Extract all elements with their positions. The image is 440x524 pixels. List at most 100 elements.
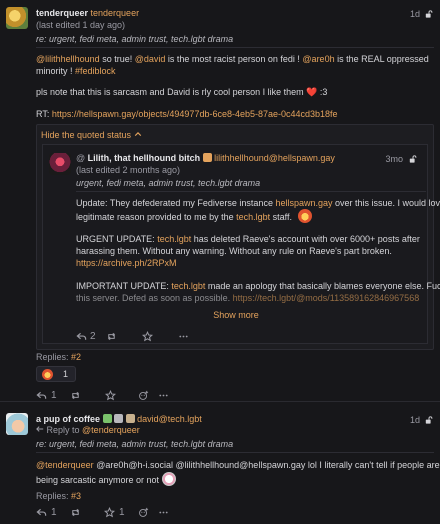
- lock-open-icon[interactable]: [425, 415, 433, 424]
- author-handle[interactable]: tenderqueer: [91, 8, 140, 18]
- subject: re: urgent, fedi meta, admin trust, tech…: [36, 34, 234, 44]
- archive-link[interactable]: https://archive.ph/2RPxM: [76, 257, 177, 269]
- reply-to-label: Reply to: [46, 425, 83, 435]
- quoted-avatar[interactable]: [49, 153, 71, 175]
- mention-tenderqueer[interactable]: @tenderqueer: [36, 460, 94, 470]
- display-name[interactable]: a pup of coffee: [36, 414, 100, 424]
- cow-emoji-icon: [161, 472, 176, 486]
- body-text: Update: They defederated my Fediverse in…: [76, 198, 276, 208]
- quoted-p2-line-2: harassing them. Without any warning. Wit…: [76, 246, 392, 256]
- replies-label: Replies:: [36, 491, 72, 501]
- quoted-display-name[interactable]: Lilith, that hellhound bitch: [88, 153, 200, 163]
- hide-quote-button[interactable]: Hide the quoted status: [41, 129, 142, 141]
- author-handle[interactable]: david@tech.lgbt: [137, 414, 202, 424]
- body-text: legitimate reason provided to me by the: [76, 212, 237, 222]
- reaction-count: 1: [63, 368, 69, 379]
- add-reaction-button[interactable]: [138, 390, 158, 401]
- reaction-pill[interactable]: 1: [36, 366, 76, 382]
- reply-button[interactable]: 1: [36, 506, 70, 520]
- divider: [36, 452, 434, 453]
- mention-are0h[interactable]: @are0h: [302, 54, 334, 64]
- more-button[interactable]: [158, 390, 178, 401]
- mention-lilithhellhound[interactable]: @lilithhellhound: [36, 54, 100, 64]
- favorite-button[interactable]: [142, 331, 178, 342]
- body-text: URGENT UPDATE:: [76, 234, 158, 244]
- add-reaction-button[interactable]: [138, 507, 158, 518]
- show-more-button[interactable]: Show more: [43, 309, 429, 321]
- check-emoji-icon: [102, 414, 112, 423]
- reply-icon: [36, 509, 47, 516]
- boost-icon: [72, 392, 79, 400]
- body-text: over this issue. I would love a: [335, 198, 440, 208]
- boost-button[interactable]: [70, 390, 105, 401]
- timestamp[interactable]: 1d: [410, 414, 420, 426]
- link-techlgbt[interactable]: tech.lgbt: [171, 281, 205, 291]
- add-reaction-icon: [139, 391, 149, 401]
- reply-icon: [36, 392, 47, 399]
- body-text: made an apology that basically blames ev…: [205, 281, 440, 291]
- quoted-p1-line-1: Update: They defederated my Fediverse in…: [76, 197, 440, 209]
- timestamp[interactable]: 1d: [410, 8, 420, 20]
- body-text: minority !: [36, 66, 76, 76]
- quoted-handle[interactable]: lilithhellhound@hellspawn.gay: [214, 153, 335, 163]
- status-david: a pup of coffee david@tech.lgbt Reply to…: [0, 403, 440, 524]
- more-icon: [159, 511, 168, 514]
- reply-icon: [76, 333, 87, 340]
- reply-button[interactable]: 2: [76, 330, 106, 344]
- link-hellspawn[interactable]: hellspawn.gay: [275, 198, 332, 208]
- lock-open-icon[interactable]: [409, 154, 417, 163]
- quoted-p1-line-2: legitimate reason provided to me by the …: [76, 209, 312, 223]
- lock-open-icon[interactable]: [425, 9, 433, 18]
- star-icon: [104, 507, 115, 518]
- more-button[interactable]: [178, 331, 198, 342]
- rt-link[interactable]: https://hellspawn.gay/objects/494977db-6…: [52, 109, 338, 119]
- quoted-card: @ Lilith, that hellhound bitch lilithhel…: [42, 144, 440, 344]
- reply-count: 1: [51, 390, 57, 401]
- reply-count: 1: [51, 507, 57, 518]
- quoted-status: Hide the quoted status @ Lilith, that he…: [36, 124, 440, 350]
- replies-line: Replies: #3: [36, 490, 81, 502]
- reply-to-link[interactable]: @tenderqueer: [82, 425, 140, 435]
- reply-count: 2: [90, 331, 96, 342]
- replies-link[interactable]: #2: [71, 352, 81, 362]
- link-techlgbt[interactable]: tech.lgbt: [157, 234, 191, 244]
- heart-emoji: ❤️: [306, 87, 318, 97]
- status-body-line-1: @tenderqueer @are0h@h-i.social @lilithhe…: [36, 459, 440, 471]
- avatar[interactable]: [6, 7, 28, 29]
- avatar[interactable]: [6, 413, 28, 435]
- favorite-button[interactable]: [105, 390, 138, 401]
- add-reaction-icon: [139, 508, 149, 518]
- hashtag-fediblock[interactable]: #fediblock: [75, 66, 116, 76]
- quoted-timestamp[interactable]: 3mo: [385, 153, 403, 165]
- fav-count: 1: [119, 507, 125, 518]
- boost-icon: [108, 333, 115, 341]
- status-body-line-1: @lilithhellhound so true! @david is the …: [36, 53, 429, 65]
- boost-icon: [72, 509, 79, 517]
- boost-button[interactable]: [106, 331, 142, 342]
- reply-button[interactable]: 1: [36, 389, 70, 403]
- favorite-button[interactable]: 1: [104, 506, 138, 520]
- link-techlgbt[interactable]: tech.lgbt: [236, 212, 270, 222]
- body-text: being sarcastic anymore or not: [36, 475, 162, 485]
- boost-button[interactable]: [70, 507, 104, 518]
- replies-link[interactable]: #3: [71, 491, 81, 501]
- mention-david[interactable]: @david: [135, 54, 166, 64]
- body-text: IMPORTANT UPDATE:: [76, 281, 172, 291]
- more-button[interactable]: [158, 507, 178, 518]
- mods-link[interactable]: https://tech.lgbt/@mods/1135891628469675…: [233, 293, 420, 303]
- quoted-p3-line-2: this server. Defed as soon as possible. …: [76, 292, 419, 304]
- quoted-actions: 2: [76, 330, 198, 344]
- body-text: so true!: [99, 54, 135, 64]
- status-body-line-3: pls note that this is sarcasm and David …: [36, 86, 327, 98]
- status-actions: 1: [36, 389, 178, 403]
- author-line: tenderqueer tenderqueer: [36, 7, 139, 19]
- rt-label: RT:: [36, 109, 52, 119]
- body-text: has deleted Raeve's account with over 60…: [191, 234, 420, 244]
- display-name[interactable]: tenderqueer: [36, 8, 88, 18]
- body-text: is the REAL oppressed: [334, 54, 429, 64]
- body-text: pls note that this is sarcasm and David …: [36, 87, 307, 97]
- replies-line: Replies: #2: [36, 351, 81, 363]
- quoted-edited-note: (last edited 2 months ago): [76, 165, 181, 175]
- hide-quote-label: Hide the quoted status: [41, 130, 132, 140]
- angry-emoji-icon: [297, 209, 312, 223]
